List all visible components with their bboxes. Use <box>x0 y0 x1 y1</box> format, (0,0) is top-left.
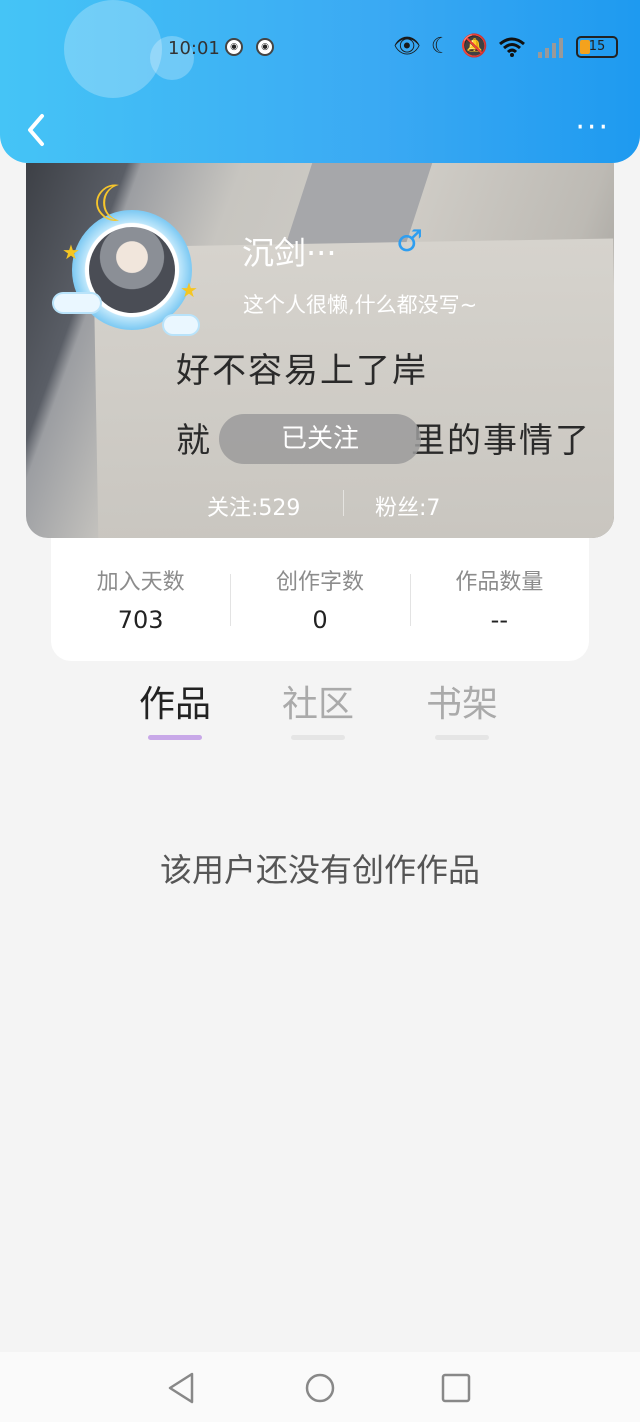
star-icon: ★ <box>180 278 198 302</box>
more-options-button[interactable]: ··· <box>575 113 610 143</box>
tab-underline <box>435 735 489 740</box>
stat-word-count: 创作字数 0 <box>230 538 409 661</box>
stats-card: 加入天数 703 创作字数 0 作品数量 -- <box>51 538 589 661</box>
system-nav-bar <box>0 1352 640 1422</box>
avatar-image <box>89 227 175 313</box>
status-icons: 👁 ☾ 🔕 15 <box>393 34 618 60</box>
tab-works[interactable]: 作品 <box>120 675 230 740</box>
star-icon: ★ <box>62 240 80 264</box>
wifi-icon <box>499 37 525 57</box>
tab-underline <box>148 735 202 740</box>
header-bar: 10:01 ◉ ◉ 👁 ☾ 🔕 15 ··· <box>0 0 640 163</box>
follow-button[interactable]: 已关注 <box>219 414 421 464</box>
notification-icon: ◉ <box>256 38 274 56</box>
nav-back-icon[interactable] <box>164 1370 200 1406</box>
stat-works-count: 作品数量 -- <box>409 538 589 661</box>
cloud-decoration <box>54 294 100 312</box>
eye-icon: 👁 <box>392 34 421 59</box>
tab-bar: 作品 社区 书架 <box>100 675 540 745</box>
cover-text: 里的事情了 <box>411 421 591 461</box>
stat-label: 创作字数 <box>275 570 364 595</box>
status-time: 10:01 <box>168 38 220 59</box>
moon-icon: ☾ <box>430 34 451 59</box>
divider <box>343 490 344 516</box>
stat-value: 703 <box>117 606 164 634</box>
tab-label: 社区 <box>281 684 354 725</box>
tab-label: 书架 <box>425 684 498 725</box>
stat-value: -- <box>490 606 508 634</box>
cover-text: 就 <box>176 421 212 461</box>
avatar[interactable]: ☾ ★ ★ <box>54 175 202 340</box>
stat-value: 0 <box>312 606 328 634</box>
stat-join-days: 加入天数 703 <box>51 538 230 661</box>
tab-underline <box>291 735 345 740</box>
stat-label: 加入天数 <box>96 570 185 595</box>
battery-indicator: 15 <box>576 36 618 58</box>
tab-label: 作品 <box>138 684 211 725</box>
nav-home-icon[interactable] <box>302 1370 338 1406</box>
signal-icon <box>538 38 563 58</box>
status-bar: 10:01 ◉ ◉ 👁 ☾ 🔕 15 <box>0 30 640 64</box>
username: 沉剑··· <box>242 234 337 272</box>
user-bio: 这个人很懒,什么都没写~ <box>243 293 478 317</box>
cloud-decoration <box>164 316 198 334</box>
notification-icon: ◉ <box>225 38 243 56</box>
cover-text: 好不容易上了岸 <box>176 351 428 391</box>
following-count[interactable]: 关注:529 <box>207 490 300 522</box>
stat-label: 作品数量 <box>455 570 544 595</box>
empty-state-message: 该用户还没有创作作品 <box>159 851 480 889</box>
back-button[interactable] <box>22 110 52 150</box>
nav-recents-icon[interactable] <box>438 1370 474 1406</box>
fans-count[interactable]: 粉丝:7 <box>375 490 440 522</box>
battery-level: 15 <box>588 39 606 54</box>
tab-community[interactable]: 社区 <box>263 675 373 740</box>
tab-bookshelf[interactable]: 书架 <box>407 675 517 740</box>
mute-icon: 🔕 <box>460 34 488 59</box>
moon-decoration-icon: ☾ <box>92 175 137 233</box>
gender-male-icon: ♂ <box>396 224 423 259</box>
